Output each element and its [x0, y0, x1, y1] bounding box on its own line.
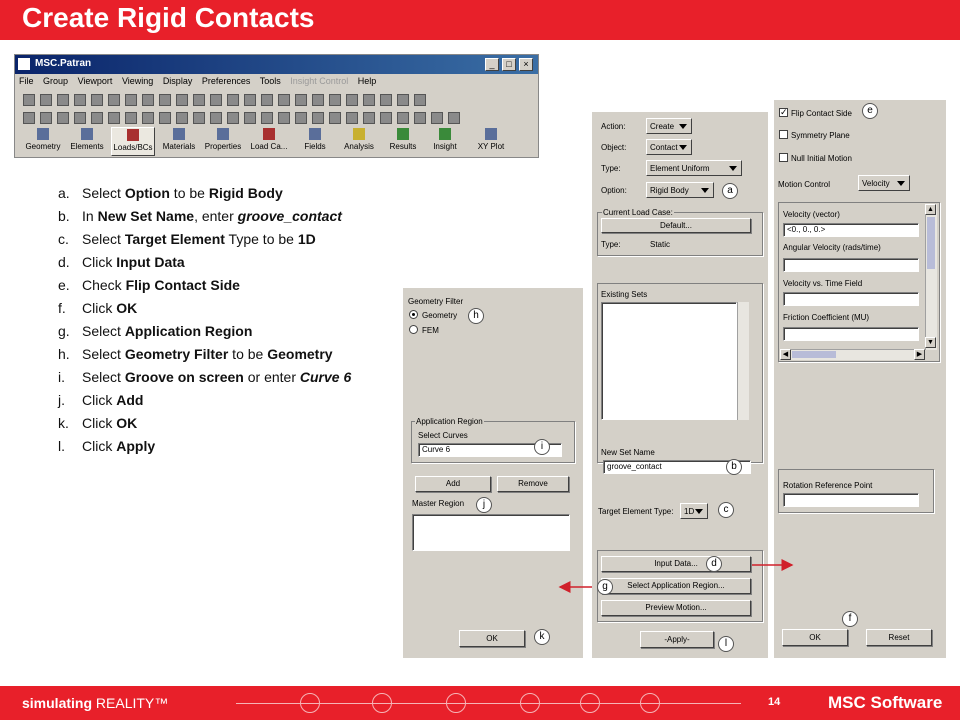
car-icon — [372, 693, 392, 713]
page-number: 14 — [768, 696, 781, 708]
airplane-icon — [300, 693, 320, 713]
callout-f: f — [842, 611, 858, 627]
callout-i: i — [534, 439, 550, 455]
callout-l: l — [718, 636, 734, 652]
footer-tagline: simulating REALITY™ — [22, 695, 169, 711]
footer: simulating REALITY™ 14 MSC Software — [0, 686, 960, 720]
callout-arrows — [558, 559, 794, 593]
callout-k: k — [534, 629, 550, 645]
callout-b: b — [726, 459, 742, 475]
callout-h: h — [468, 308, 484, 324]
callout-e: e — [862, 103, 878, 119]
train-icon — [446, 693, 466, 713]
gear-icon — [520, 693, 540, 713]
callout-g: g — [597, 579, 613, 595]
callout-a: a — [722, 183, 738, 199]
company-logo: MSC Software — [828, 693, 943, 712]
callout-c: c — [718, 502, 734, 518]
person-icon — [640, 693, 660, 713]
phone-icon — [580, 693, 600, 713]
callout-j: j — [476, 497, 492, 513]
callout-d: d — [706, 556, 722, 572]
